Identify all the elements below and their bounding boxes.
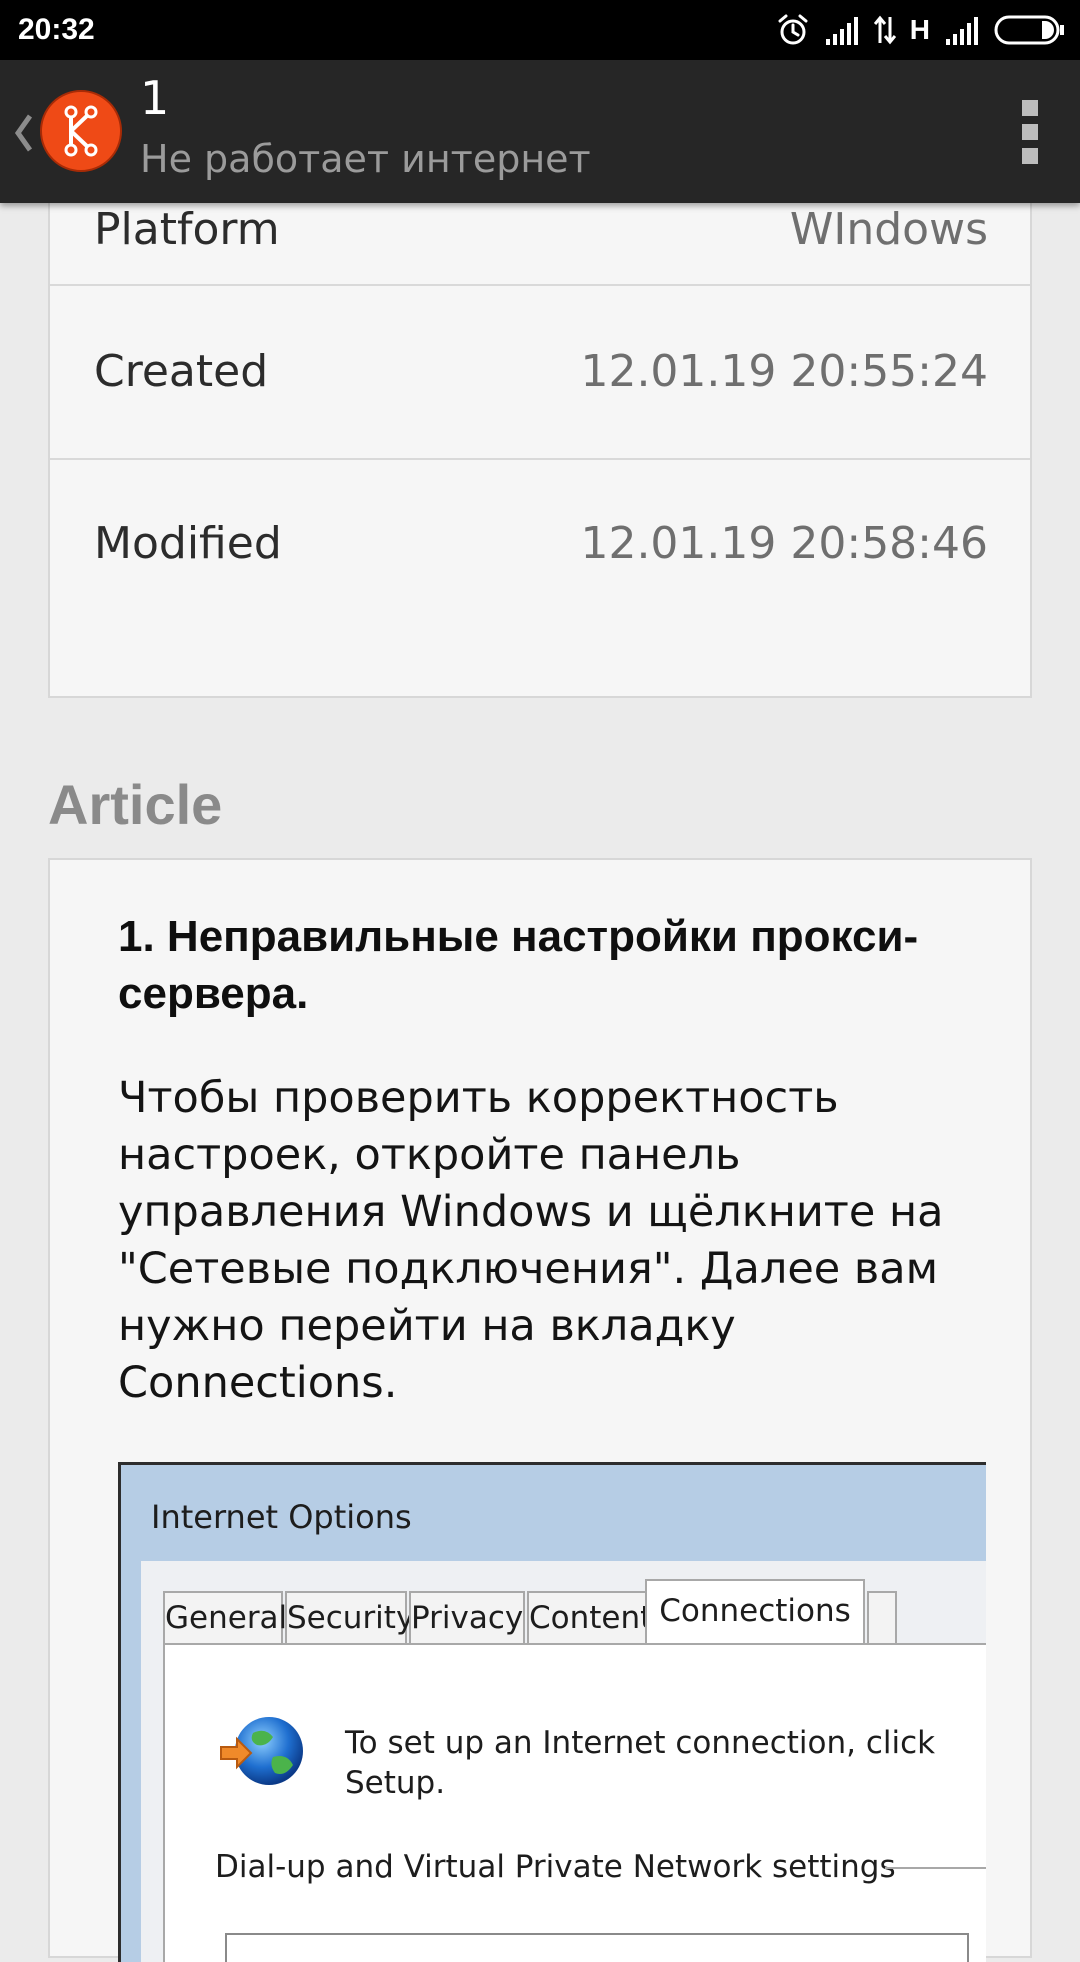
tab-privacy: Privacy — [409, 1591, 525, 1643]
tab-overflow — [867, 1591, 897, 1643]
dialog-body: General Security Privacy Content Connect… — [141, 1561, 986, 1962]
dialog-title: Internet Options — [151, 1498, 412, 1536]
tab-content: Content — [527, 1591, 652, 1643]
property-label: Modified — [94, 518, 282, 569]
property-value: WIndows — [789, 204, 988, 255]
embedded-screenshot[interactable]: Internet Options General Security Privac… — [118, 1462, 986, 1962]
status-bar: 20:32 H — [0, 0, 1080, 60]
app-logo-icon[interactable] — [40, 90, 122, 172]
property-row-modified: Modified 12.01.19 20:58:46 — [50, 460, 1030, 632]
alarm-icon — [776, 13, 810, 47]
tab-general: General — [163, 1591, 287, 1643]
properties-card: Platform WIndows Created 12.01.19 20:55:… — [48, 180, 1032, 698]
overflow-menu-icon[interactable] — [1020, 100, 1040, 164]
page-subtitle: Не работает интернет — [140, 137, 591, 181]
article-card: 1. Неправильные настройки прокси-сервера… — [48, 858, 1032, 1962]
property-value: 12.01.19 20:55:24 — [580, 346, 988, 397]
property-label: Created — [94, 346, 269, 397]
action-bar: 1 Не работает интернет — [0, 60, 1080, 203]
setup-text: To set up an Internet connection, click … — [345, 1725, 936, 1801]
tab-connections: Connections — [645, 1579, 865, 1645]
vpn-listbox — [225, 1933, 969, 1962]
group-label: Dial-up and Virtual Private Network sett… — [215, 1849, 896, 1885]
article-paragraph: Чтобы проверить корректность настроек, о… — [118, 1073, 944, 1408]
property-label: Platform — [94, 204, 280, 255]
signal-icon — [824, 15, 860, 45]
back-chevron-icon[interactable] — [10, 108, 38, 158]
dialog-panel: To set up an Internet connection, click … — [163, 1643, 986, 1962]
signal-icon — [944, 15, 980, 45]
property-value: 12.01.19 20:58:46 — [580, 518, 988, 569]
group-divider — [885, 1867, 986, 1869]
battery-icon — [994, 14, 1066, 46]
article-heading: 1. Неправильные настройки прокси-сервера… — [118, 912, 919, 1018]
network-type: H — [909, 14, 930, 45]
status-time: 20:32 — [18, 13, 95, 46]
tab-security: Security — [285, 1591, 414, 1643]
property-row-created: Created 12.01.19 20:55:24 — [50, 286, 1030, 460]
data-transfer-icon — [873, 15, 896, 45]
page-title: 1 — [140, 71, 170, 125]
section-title: Article — [48, 773, 223, 836]
dialog-tabs: General Security Privacy Content Connect… — [163, 1579, 986, 1645]
globe-icon — [215, 1713, 315, 1797]
status-icons: H — [776, 10, 1066, 50]
